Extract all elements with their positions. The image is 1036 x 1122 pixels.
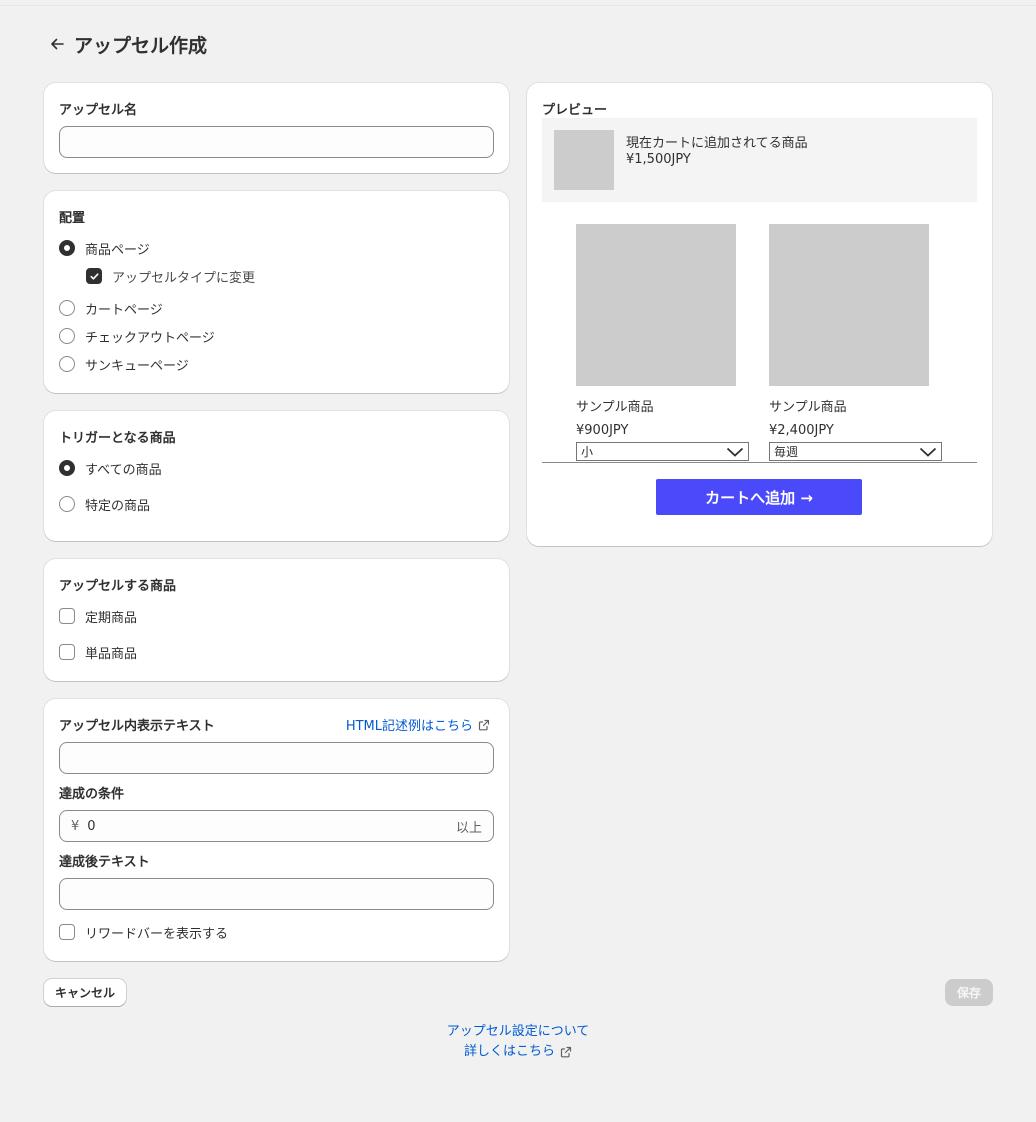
after-text-input[interactable] (59, 878, 494, 910)
product-option-select[interactable]: 小 (576, 442, 749, 461)
option-label: 単品商品 (85, 646, 138, 662)
radio-unselected[interactable] (59, 300, 75, 316)
product-name: サンプル商品 (769, 400, 847, 415)
display-text-card: アップセル内表示テキスト HTML記述例はこちら 達成の条件 ¥ 0 以上 達成… (44, 699, 509, 961)
upsell-name-input[interactable] (59, 126, 494, 158)
placement-label: 配置 (59, 211, 86, 226)
radio-unselected[interactable] (59, 356, 75, 372)
product-price: ¥2,400JPY (769, 423, 834, 438)
product-name: サンプル商品 (576, 400, 654, 415)
page-title: アップセル作成 (74, 34, 208, 57)
radio-selected[interactable] (59, 240, 75, 256)
currency-prefix: ¥ (71, 818, 80, 834)
cart-item-name: 現在カートに追加されてる商品 (626, 136, 808, 151)
checkbox-unchecked[interactable] (59, 644, 75, 660)
placement-card: 配置 商品ページ アップセルタイプに変更 カートページ チェックアウトページ サ… (44, 191, 509, 393)
upsell-name-card: アップセル名 (44, 83, 509, 173)
product-price: ¥900JPY (576, 423, 629, 438)
option-label: サンキューページ (85, 358, 189, 374)
back-button[interactable] (46, 33, 68, 55)
save-button[interactable]: 保存 (945, 979, 993, 1006)
cart-item-image (554, 130, 614, 190)
condition-suffix: 以上 (455, 820, 482, 836)
condition-amount-value[interactable]: 0 (87, 819, 456, 834)
placement-option-thank-you-page[interactable]: サンキューページ (59, 354, 189, 374)
page-header: アップセル作成 (46, 30, 207, 58)
after-text-label: 達成後テキスト (59, 855, 150, 870)
option-label: 特定の商品 (85, 498, 151, 514)
checkbox-unchecked[interactable] (59, 608, 75, 624)
placement-option-checkout-page[interactable]: チェックアウトページ (59, 326, 215, 346)
preview-card: プレビュー 現在カートに追加されてる商品 ¥1,500JPY サンプル商品 ¥9… (527, 83, 992, 546)
trigger-option-specific-products[interactable]: 特定の商品 (59, 494, 150, 514)
upsell-option-subscription[interactable]: 定期商品 (59, 606, 137, 626)
external-link-icon (478, 719, 490, 730)
product-option-select[interactable]: 毎週 (769, 442, 942, 461)
upsell-products-label: アップセルする商品 (59, 579, 177, 594)
chevron-down-icon (919, 447, 937, 457)
radio-unselected[interactable] (59, 496, 75, 512)
option-label: 定期商品 (85, 610, 138, 626)
link-label: HTML記述例はこちら (345, 719, 473, 734)
arrow-left-icon (51, 38, 64, 50)
option-label: チェックアウトページ (85, 330, 215, 346)
learn-more-link[interactable]: 詳しくはこちら (464, 1042, 572, 1062)
upsell-type-change-option[interactable]: アップセルタイプに変更 (86, 266, 255, 286)
external-link-icon (560, 1046, 572, 1058)
cart-item-box: 現在カートに追加されてる商品 ¥1,500JPY (542, 118, 977, 202)
upsell-products-card: アップセルする商品 定期商品 単品商品 (44, 559, 509, 681)
checkmark-icon (89, 272, 99, 280)
option-label: カートページ (85, 302, 163, 318)
top-bar-divider (0, 0, 1036, 6)
product-image (769, 224, 929, 386)
cart-item-price: ¥1,500JPY (626, 152, 691, 167)
cancel-button[interactable]: キャンセル (44, 979, 126, 1006)
option-label: アップセルタイプに変更 (112, 270, 256, 286)
product-image (576, 224, 736, 386)
trigger-option-all-products[interactable]: すべての商品 (59, 458, 162, 478)
placement-option-product-page[interactable]: 商品ページ (59, 238, 150, 258)
upsell-settings-link[interactable]: アップセル設定について (447, 1022, 590, 1042)
preview-label: プレビュー (542, 103, 608, 118)
selected-option: 毎週 (774, 445, 799, 459)
upsell-product-card: サンプル商品 ¥900JPY 小 (576, 224, 749, 461)
checkbox-unchecked[interactable] (59, 924, 75, 940)
add-to-cart-button[interactable]: カートへ追加 → (656, 479, 862, 515)
reward-bar-option[interactable]: リワードバーを表示する (59, 922, 228, 942)
link-label: 詳しくはこちら (463, 1044, 555, 1059)
upsell-product-card: サンプル商品 ¥2,400JPY 毎週 (769, 224, 942, 461)
condition-label: 達成の条件 (59, 787, 125, 802)
option-label: すべての商品 (85, 462, 162, 478)
radio-unselected[interactable] (59, 328, 75, 344)
radio-selected[interactable] (59, 460, 75, 476)
condition-amount-field[interactable]: ¥ 0 以上 (59, 810, 494, 842)
option-label: 商品ページ (85, 242, 150, 258)
help-footer: アップセル設定について 詳しくはこちら (0, 1022, 1036, 1062)
checkbox-checked[interactable] (86, 268, 102, 284)
upsell-name-label: アップセル名 (59, 103, 138, 118)
trigger-card: トリガーとなる商品 すべての商品 特定の商品 (44, 411, 509, 541)
trigger-label: トリガーとなる商品 (59, 431, 176, 446)
display-text-label: アップセル内表示テキスト (59, 719, 215, 734)
option-label: リワードバーを表示する (85, 926, 229, 942)
display-text-input[interactable] (59, 742, 494, 774)
html-example-link[interactable]: HTML記述例はこちら (346, 715, 490, 734)
selected-option: 小 (581, 445, 594, 459)
upsell-option-single-item[interactable]: 単品商品 (59, 642, 137, 662)
placement-option-cart-page[interactable]: カートページ (59, 298, 163, 318)
chevron-down-icon (726, 447, 744, 457)
preview-divider (542, 462, 977, 463)
